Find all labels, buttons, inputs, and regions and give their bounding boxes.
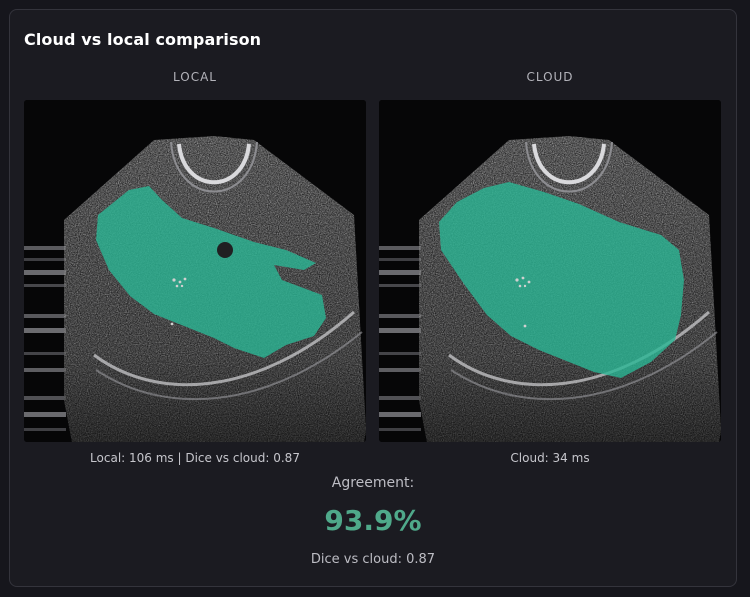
local-label: LOCAL	[173, 70, 217, 84]
local-ultrasound-image	[24, 100, 366, 442]
card-title: Cloud vs local comparison	[24, 30, 262, 49]
dice-score-text: Dice vs cloud: 0.87	[310, 552, 436, 567]
cloud-panel: CLOUD Cloud: 34 ms	[379, 68, 721, 465]
agreement-label: Agreement:	[331, 475, 415, 491]
cloud-caption: Cloud: 34 ms	[510, 451, 590, 465]
local-caption: Local: 106 ms | Dice vs cloud: 0.87	[90, 451, 300, 465]
cloud-scan-graphic	[379, 100, 721, 442]
cloud-label: CLOUD	[526, 70, 574, 84]
comparison-card: Cloud vs local comparison LOCAL Local: 1…	[9, 9, 737, 587]
local-panel: LOCAL Local: 106 ms | Dice vs cloud: 0.8…	[24, 68, 366, 465]
local-scan-graphic	[24, 100, 366, 442]
cloud-ultrasound-image	[379, 100, 721, 442]
agreement-value: 93.9%	[324, 504, 422, 537]
